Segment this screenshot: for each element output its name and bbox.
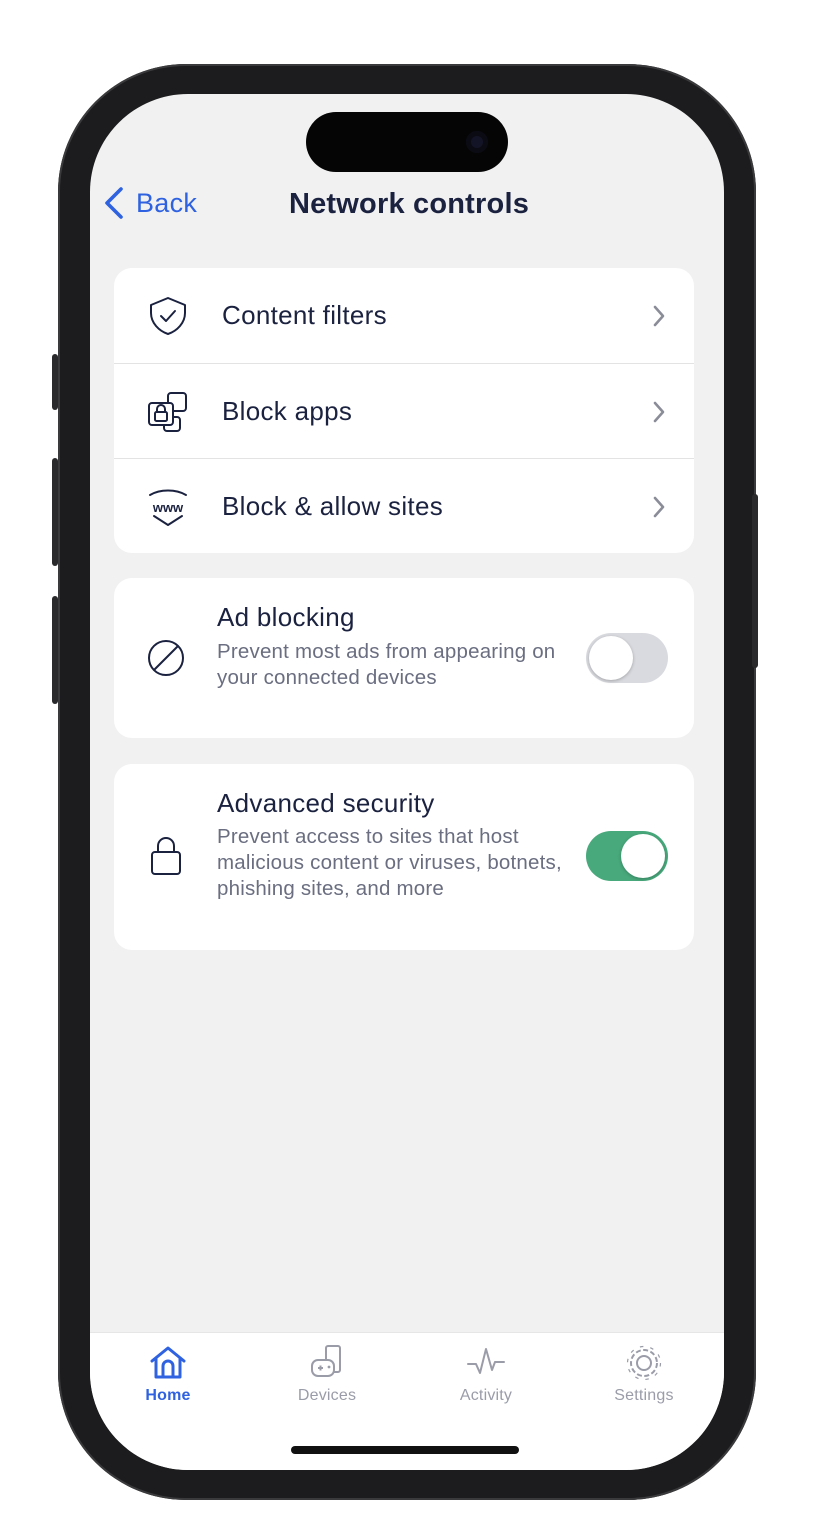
tab-label: Devices (297, 1387, 357, 1404)
tab-home[interactable]: Home (108, 1343, 228, 1405)
advanced-security-title: Advanced security (217, 788, 435, 818)
gear-icon (626, 1345, 662, 1381)
advanced-security-toggle[interactable] (586, 831, 668, 881)
svg-text:www: www (152, 500, 184, 515)
shield-check-icon (150, 297, 186, 335)
devices-icon (311, 1345, 341, 1377)
home-indicator[interactable] (291, 1446, 519, 1454)
menu-item-block-allow-sites[interactable]: www Block & allow sites (114, 458, 694, 553)
menu-item-label: Block & allow sites (222, 490, 443, 521)
app-lock-icon (148, 392, 187, 432)
tab-label: Settings (614, 1387, 674, 1404)
camera-icon (466, 131, 488, 153)
tab-settings[interactable]: Settings (584, 1343, 704, 1405)
controls-menu: Content filters Block apps www Block & a… (114, 268, 694, 553)
power-button (752, 494, 758, 668)
ad-blocking-toggle[interactable] (586, 633, 668, 683)
chevron-right-icon (653, 496, 665, 518)
menu-item-content-filters[interactable]: Content filters (114, 268, 694, 363)
toggle-knob (589, 636, 633, 680)
page-title: Network controls (288, 188, 530, 220)
lock-icon (151, 837, 181, 875)
chevron-right-icon (653, 401, 665, 423)
prohibit-icon (148, 640, 184, 676)
ad-blocking-card: Ad blocking Prevent most ads from appear… (114, 578, 694, 738)
home-icon (150, 1346, 186, 1379)
menu-item-label: Content filters (222, 300, 387, 330)
activity-icon (467, 1348, 505, 1374)
tab-devices[interactable]: Devices (267, 1343, 387, 1405)
www-shield-icon: www (149, 489, 187, 526)
advanced-security-card: Advanced security Prevent access to site… (114, 764, 694, 950)
volume-up-button (52, 458, 58, 566)
dynamic-island (306, 112, 508, 172)
volume-down-button (52, 596, 58, 704)
advanced-security-description: Prevent access to sites that host malici… (217, 825, 562, 900)
tab-label: Activity (459, 1387, 513, 1404)
navigation-bar: Back Network controls (90, 174, 724, 238)
tab-label: Home (145, 1387, 191, 1404)
tab-activity[interactable]: Activity (426, 1343, 546, 1405)
chevron-right-icon (653, 305, 665, 327)
ad-blocking-description: Prevent most ads from appearing on your … (217, 640, 556, 689)
menu-item-label: Block apps (222, 395, 353, 426)
action-button (52, 354, 58, 410)
screen: Back Network controls Content filters Bl… (90, 94, 724, 1470)
toggle-knob (621, 834, 665, 878)
ad-blocking-title: Ad blocking (217, 602, 355, 632)
menu-item-block-apps[interactable]: Block apps (114, 363, 694, 458)
